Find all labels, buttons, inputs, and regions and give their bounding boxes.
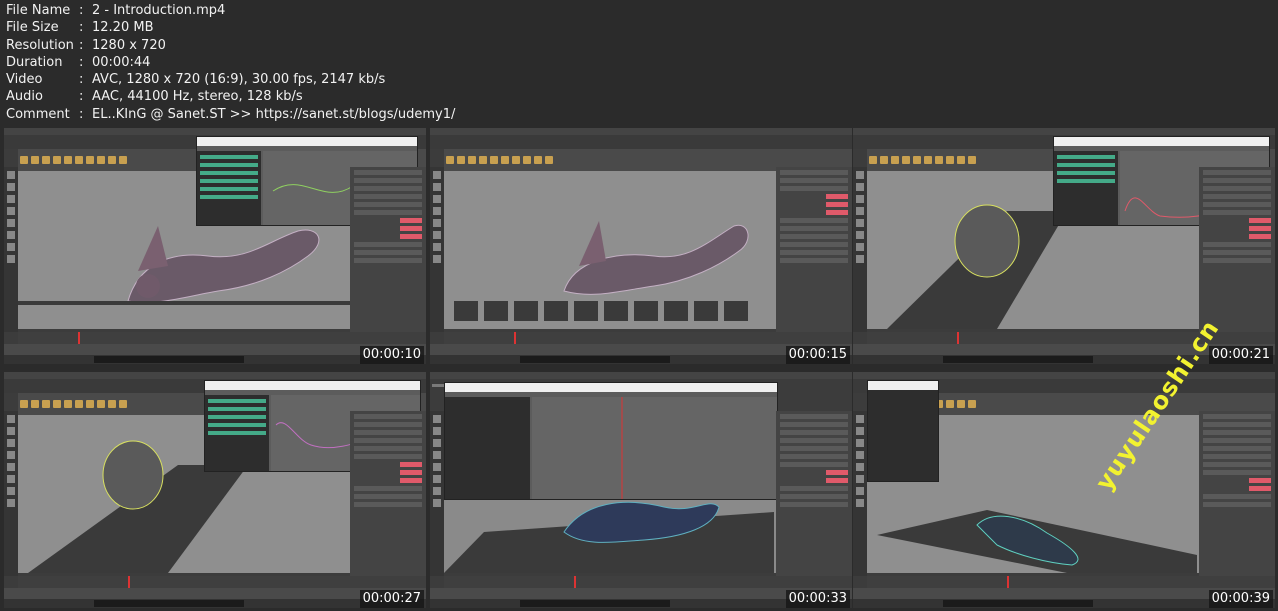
channel-box <box>1199 411 1275 576</box>
toolbox <box>4 167 18 332</box>
toolbox <box>853 167 867 332</box>
info-key: Comment <box>6 106 70 122</box>
video-thumbnail[interactable]: 00:00:33 <box>430 372 852 608</box>
video-thumbnail[interactable]: 00:00:27 <box>4 372 426 608</box>
thumbnail-grid: 00:00:10 00:00:15 00:00:21 00:00:27 00:0… <box>0 128 1278 611</box>
info-key: Duration <box>6 54 63 70</box>
info-key: Audio <box>6 89 43 105</box>
timeline <box>18 332 426 344</box>
thumbnail-timestamp: 00:00:21 <box>1208 346 1273 364</box>
info-row-file-name: File Name:2 - Introduction.mp4 <box>6 3 226 18</box>
info-value: 12.20 MB <box>92 20 154 36</box>
menu-bar <box>4 372 426 387</box>
menu-bar <box>4 128 426 143</box>
info-row-comment: Comment: EL..KInG @ Sanet.ST >> https://s… <box>6 106 456 122</box>
info-value: 00:00:44 <box>92 54 151 70</box>
graph-editor-window <box>444 382 778 500</box>
info-key: File Name <box>6 3 71 18</box>
shelf-toolbar <box>444 149 852 167</box>
toolbox <box>853 411 867 576</box>
graph-curves <box>621 397 623 499</box>
menu-bar <box>853 128 1275 143</box>
info-row-audio: Audio: AAC, 44100 Hz, stereo, 128 kb/s <box>6 89 303 105</box>
shelf-tabs <box>430 135 852 149</box>
toolbox <box>4 411 18 576</box>
thumbnail-timestamp: 00:00:39 <box>1208 590 1273 608</box>
info-row-resolution: Resolution:1280 x 720 <box>6 37 166 53</box>
timeline <box>444 332 852 344</box>
timeline <box>444 576 852 588</box>
timeline <box>867 576 1275 588</box>
thumbnail-timestamp: 00:00:27 <box>359 590 424 608</box>
menu-bar <box>430 128 852 143</box>
video-thumbnail[interactable]: 00:00:15 <box>430 128 852 364</box>
toolbox <box>430 167 444 332</box>
outliner-window <box>867 380 939 482</box>
menu-bar <box>853 372 1275 387</box>
timeline <box>18 576 426 588</box>
info-value: AAC, 44100 Hz, stereo, 128 kb/s <box>92 89 303 105</box>
info-key: Resolution <box>6 37 74 53</box>
thumbnail-timestamp: 00:00:10 <box>359 346 424 364</box>
info-row-file-size: File Size:12.20 MB <box>6 20 154 36</box>
info-value: EL..KInG @ Sanet.ST >> https://sanet.st/… <box>92 106 456 122</box>
media-info-panel: File Name:2 - Introduction.mp4 File Size… <box>6 2 455 123</box>
thumbnail-timestamp: 00:00:33 <box>785 590 850 608</box>
info-key: File Size <box>6 20 59 36</box>
channel-box <box>776 167 852 332</box>
info-value: AVC, 1280 x 720 (16:9), 30.00 fps, 2147 … <box>92 72 386 88</box>
video-thumbnail[interactable]: 00:00:10 <box>4 128 426 364</box>
info-value: 2 - Introduction.mp4 <box>92 3 226 18</box>
channel-box <box>350 167 426 332</box>
info-value: 1280 x 720 <box>92 37 166 53</box>
channel-box <box>1199 167 1275 332</box>
info-key: Video <box>6 72 43 88</box>
video-thumbnail[interactable]: 00:00:39 <box>853 372 1275 608</box>
toolbox <box>430 411 444 576</box>
channel-box <box>350 411 426 576</box>
viewport <box>444 171 776 329</box>
info-row-duration: Duration:00:00:44 <box>6 54 151 70</box>
channel-box <box>776 411 852 576</box>
menu-bar <box>430 372 852 387</box>
info-row-video: Video: AVC, 1280 x 720 (16:9), 30.00 fps,… <box>6 72 386 88</box>
thumbnail-timestamp: 00:00:15 <box>785 346 850 364</box>
